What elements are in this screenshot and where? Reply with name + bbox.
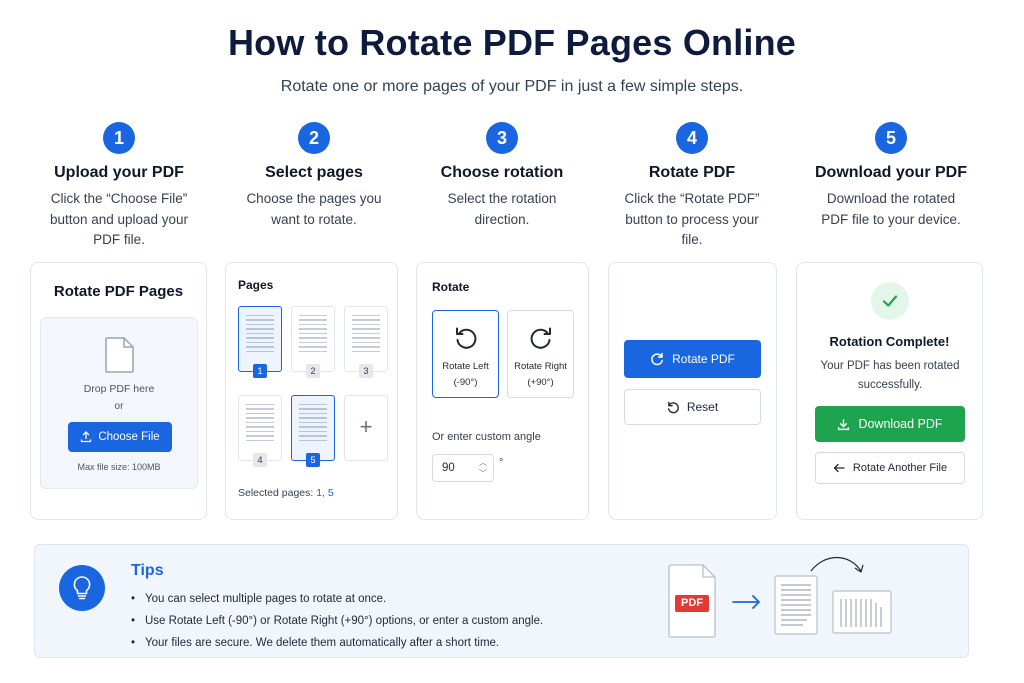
chevron-up-icon[interactable]: ︿ <box>478 457 488 468</box>
pages-title: Pages <box>238 278 274 292</box>
page-number-badge: 5 <box>306 453 320 467</box>
download-icon <box>838 418 850 430</box>
tips-title: Tips <box>131 562 164 579</box>
step-title: Download your PDF <box>815 164 967 181</box>
reset-icon <box>667 401 679 413</box>
rotate-left-option[interactable]: Rotate Left (-90°) <box>432 310 499 398</box>
rotation-complete-title: Rotation Complete! <box>829 334 950 349</box>
tips-list: You can select multiple pages to rotate … <box>131 588 543 654</box>
lightbulb-icon <box>59 565 105 611</box>
step-description: Click the “Rotate PDF” button to process… <box>624 191 760 247</box>
pdf-dropzone[interactable]: Drop PDF here or Choose File Max file si… <box>40 317 198 489</box>
upload-icon <box>81 431 92 443</box>
selected-pages: Selected pages: 1, 5 <box>238 487 334 499</box>
page-number-badge: 4 <box>253 453 267 467</box>
rotate-title: Rotate <box>432 280 470 294</box>
page-subtitle: Rotate one or more pages of your PDF in … <box>280 78 744 95</box>
step-description: Choose the pages you want to rotate. <box>246 191 382 227</box>
page-thumbnail-4[interactable]: 4 <box>238 395 282 467</box>
reset-button[interactable]: Reset <box>624 389 761 425</box>
page-number-badge: 2 <box>306 364 320 378</box>
selected-pages-value: 1, 5 <box>316 487 334 499</box>
step-3: 3 Choose rotation Select the rotation di… <box>407 122 597 230</box>
arrow-right-icon <box>732 595 760 609</box>
step-number-badge: 5 <box>875 122 907 154</box>
rotate-illustration <box>668 557 892 638</box>
page-thumbnail-5[interactable]: 5 <box>291 395 335 467</box>
page-thumbnail-1[interactable]: 1 <box>238 306 282 378</box>
step-number-badge: 4 <box>676 122 708 154</box>
page-number-badge: 1 <box>253 364 267 378</box>
download-card: Rotation Complete! Your PDF has been rot… <box>796 262 983 520</box>
rotate-pdf-button[interactable]: Rotate PDF <box>624 340 761 378</box>
step-1: 1 Upload your PDF Click the “Choose File… <box>24 122 214 251</box>
pages-card: Pages 1 2 3 4 5 + Selected pages: 1, 5 <box>225 262 398 520</box>
drop-text: Drop PDF here <box>83 383 155 395</box>
step-title: Choose rotation <box>440 164 564 181</box>
tip-item: Use Rotate Left (-90°) or Rotate Right (… <box>131 610 543 632</box>
custom-angle-input[interactable]: 90 ︿ ﹀ <box>432 454 494 482</box>
upload-card-title: Rotate PDF Pages <box>53 283 184 300</box>
page-thumbnail-3[interactable]: 3 <box>344 306 388 378</box>
rotate-right-icon <box>530 327 551 349</box>
rotate-right-option[interactable]: Rotate Right (+90°) <box>507 310 574 398</box>
choose-file-label: Choose File <box>98 431 160 443</box>
step-5: 5 Download your PDF Download the rotated… <box>796 122 986 230</box>
step-title: Select pages <box>265 164 363 181</box>
rotate-icon <box>651 352 664 366</box>
download-pdf-button[interactable]: Download PDF <box>815 406 965 442</box>
step-4: 4 Rotate PDF Click the “Rotate PDF” butt… <box>597 122 787 251</box>
check-icon <box>871 282 909 320</box>
rotate-another-label: Rotate Another File <box>852 462 948 474</box>
step-description: Click the “Choose File” button and uploa… <box>49 191 189 247</box>
pdf-badge-label: PDF <box>681 597 703 609</box>
or-text: or <box>114 401 124 412</box>
angle-stepper[interactable]: ︿ ﹀ <box>478 457 488 479</box>
add-page-button[interactable]: + <box>344 395 388 461</box>
step-title: Rotate PDF <box>648 164 736 181</box>
rotate-left-icon <box>456 327 477 349</box>
tip-item: You can select multiple pages to rotate … <box>131 588 543 610</box>
rotate-left-label: Rotate Left (-90°) <box>442 361 489 388</box>
choose-file-button[interactable]: Choose File <box>68 422 172 452</box>
step-number-badge: 1 <box>103 122 135 154</box>
page-title: How to Rotate PDF Pages Online <box>227 22 797 63</box>
curved-arrow-icon <box>810 557 864 573</box>
tips-panel: Tips You can select multiple pages to ro… <box>34 544 969 658</box>
selected-pages-label: Selected pages: <box>238 487 314 499</box>
rotate-another-file-button[interactable]: Rotate Another File <box>815 452 965 484</box>
rotate-right-label: Rotate Right (+90°) <box>514 361 567 388</box>
tip-item: Your files are secure. We delete them au… <box>131 632 543 654</box>
degree-symbol: ° <box>499 457 504 469</box>
chevron-down-icon[interactable]: ﹀ <box>478 468 488 479</box>
reset-label: Reset <box>686 400 719 414</box>
document-page-icon <box>774 575 818 635</box>
rotation-complete-desc: Your PDF has been rotated successfully. <box>820 360 960 391</box>
page-number-badge: 3 <box>359 364 373 378</box>
file-icon <box>105 337 134 373</box>
rotated-page-icon <box>832 590 892 634</box>
action-card: Rotate PDF Reset <box>608 262 777 520</box>
step-2: 2 Select pages Choose the pages you want… <box>219 122 409 230</box>
rotate-pdf-label: Rotate PDF <box>672 352 735 366</box>
step-title: Upload your PDF <box>54 164 184 181</box>
step-number-badge: 3 <box>486 122 518 154</box>
arrow-left-icon <box>833 463 845 473</box>
upload-card: Rotate PDF Pages Drop PDF here or Choose… <box>30 262 207 520</box>
download-pdf-label: Download PDF <box>858 417 943 431</box>
step-description: Select the rotation direction. <box>447 191 557 227</box>
max-file-size: Max file size: 100MB <box>77 462 161 472</box>
step-number-badge: 2 <box>298 122 330 154</box>
custom-angle-label: Or enter custom angle <box>432 431 541 443</box>
page-thumbnail-2[interactable]: 2 <box>291 306 335 378</box>
rotation-card: Rotate Rotate Left (-90°) Rotate Right (… <box>416 262 589 520</box>
angle-value: 90 <box>442 462 455 474</box>
step-description: Download the rotated PDF file to your de… <box>821 191 961 227</box>
